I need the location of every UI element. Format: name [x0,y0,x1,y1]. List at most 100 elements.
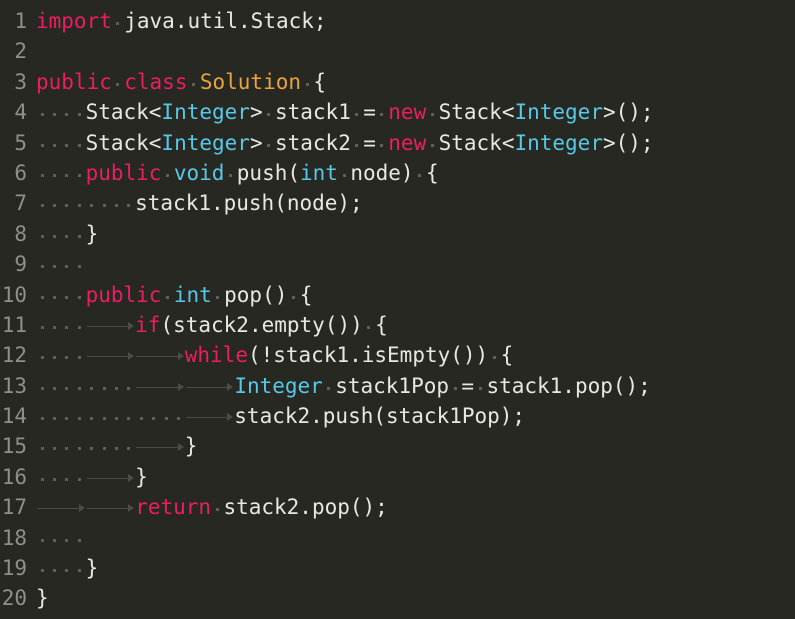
line-content: } [27,553,795,583]
tab-marker-icon [135,382,185,393]
line-number: 17 [1,495,27,520]
line-number: 6 [14,160,27,185]
tab-marker-icon [185,413,235,423]
code-token: stack1.pop(); [486,373,651,398]
line-content: } [27,431,795,461]
line-content: import java.util.Stack; [27,6,795,36]
code-line[interactable]: 8} [0,219,795,249]
code-line[interactable]: 14 stack2.push(stack1Pop); [0,401,795,431]
code-line[interactable]: 12 while(!stack1.isEmpty()) { [0,340,795,370]
code-token: stack2.push(stack1Pop); [234,404,526,429]
tab-marker-icon [86,504,136,514]
line-content: } [27,583,795,613]
code-token: Solution [199,69,302,94]
line-content [27,249,795,279]
code-line[interactable]: 19} [0,553,795,583]
line-content: Stack<Integer> stack2 = new Stack<Integer>()… [27,128,795,158]
line-content: } [27,462,795,492]
line-content [27,523,795,553]
code-token: Integer [514,100,603,125]
code-token: >(); [602,100,654,125]
code-line[interactable]: 5 Stack<Integer> stack2 = new Stack<Integer>(… [0,128,795,158]
code-token: new [388,130,427,155]
code-token: node) [350,160,414,185]
tab-marker-icon [185,382,235,393]
line-number: 4 [14,100,27,125]
line-number: 2 [14,39,27,64]
line-number: 18 [1,525,27,550]
line-number: 19 [1,556,27,581]
line-number: 9 [14,252,27,277]
code-token: public [36,69,112,94]
code-token: stack1.push(node); [135,191,363,216]
code-line[interactable]: 16} [0,462,795,492]
code-editor[interactable]: 1 import java.util.Stack; 2 3 public class Solu… [0,0,795,619]
line-content: while(!stack1.isEmpty()) { [27,340,795,370]
line-content: public int pop() { [27,280,795,310]
tab-marker-icon [135,443,185,453]
code-token: Stack< [85,130,162,155]
code-token: import [36,9,112,33]
code-token: { [375,312,388,337]
code-token: { [313,69,327,94]
code-line[interactable]: 18 [0,523,795,553]
code-token: return [135,495,212,520]
line-content: public class Solution { [27,67,795,97]
line-number: 14 [1,404,27,429]
code-line[interactable]: 6 public void push(int node) { [0,158,795,188]
line-content: stack2.push(stack1Pop); [27,401,795,431]
code-token: public [85,282,162,307]
code-line[interactable]: 2 [0,36,795,66]
code-token: > [249,100,263,125]
code-token: int [300,160,338,185]
code-token: { [500,343,514,368]
code-token: = [461,373,475,398]
code-line[interactable]: 7 stack1.push(node); [0,188,795,218]
line-number: 16 [1,464,27,489]
code-token: = [363,100,376,125]
code-line[interactable]: 17 return stack2.pop(); [0,492,795,522]
code-line[interactable]: 13 Integer stack1Pop = stack1.pop(); [0,371,795,401]
code-token: stack2.pop(); [223,495,388,520]
line-content: Stack<Integer> stack1 = new Stack<Integer>()… [27,97,795,127]
code-token: (!stack1.isEmpty()) [247,343,489,368]
code-token: { [299,282,313,307]
code-line[interactable]: 15} [0,431,795,461]
code-lines-container: 1 import java.util.Stack; 2 3 public class Solu… [0,6,795,614]
code-token: stack2 [274,130,351,155]
code-line[interactable]: 20} [0,583,795,613]
code-line[interactable]: 1 import java.util.Stack; [0,6,795,36]
line-number: 5 [14,130,27,155]
code-line[interactable]: 11 if(stack2.empty()) { [0,310,795,340]
line-number: 15 [1,434,27,459]
tab-marker-icon [86,473,136,484]
code-token: { [425,160,439,185]
code-token: Stack< [85,100,162,125]
line-number: 20 [1,586,27,611]
code-token: > [249,130,263,155]
code-token: Stack< [438,100,515,125]
code-token: } [85,221,99,246]
line-number: 3 [14,69,27,94]
code-line[interactable]: 4 Stack<Integer> stack1 = new Stack<Integer>(… [0,97,795,127]
line-number: 7 [14,191,27,216]
line-number: 8 [14,221,27,246]
code-token: if [135,312,161,337]
code-token: } [36,586,49,611]
code-token: (stack2.empty()) [160,312,363,337]
line-number: 10 [1,282,27,307]
code-line[interactable]: 3 public class Solution { [0,67,795,97]
line-number: 13 [1,373,27,398]
code-token: stack1Pop [335,373,450,398]
tab-marker-icon [135,352,185,362]
code-line[interactable]: 9 [0,249,795,279]
line-content: Integer stack1Pop = stack1.pop(); [27,371,795,401]
code-token: int [173,282,212,307]
code-token: Integer [514,130,603,155]
code-token: java.util.Stack; [124,9,327,33]
code-token: = [363,130,376,155]
code-token: Integer [161,130,250,155]
code-line[interactable]: 10 public int pop() { [0,280,795,310]
code-token: } [135,464,148,489]
code-token: public [85,160,162,185]
